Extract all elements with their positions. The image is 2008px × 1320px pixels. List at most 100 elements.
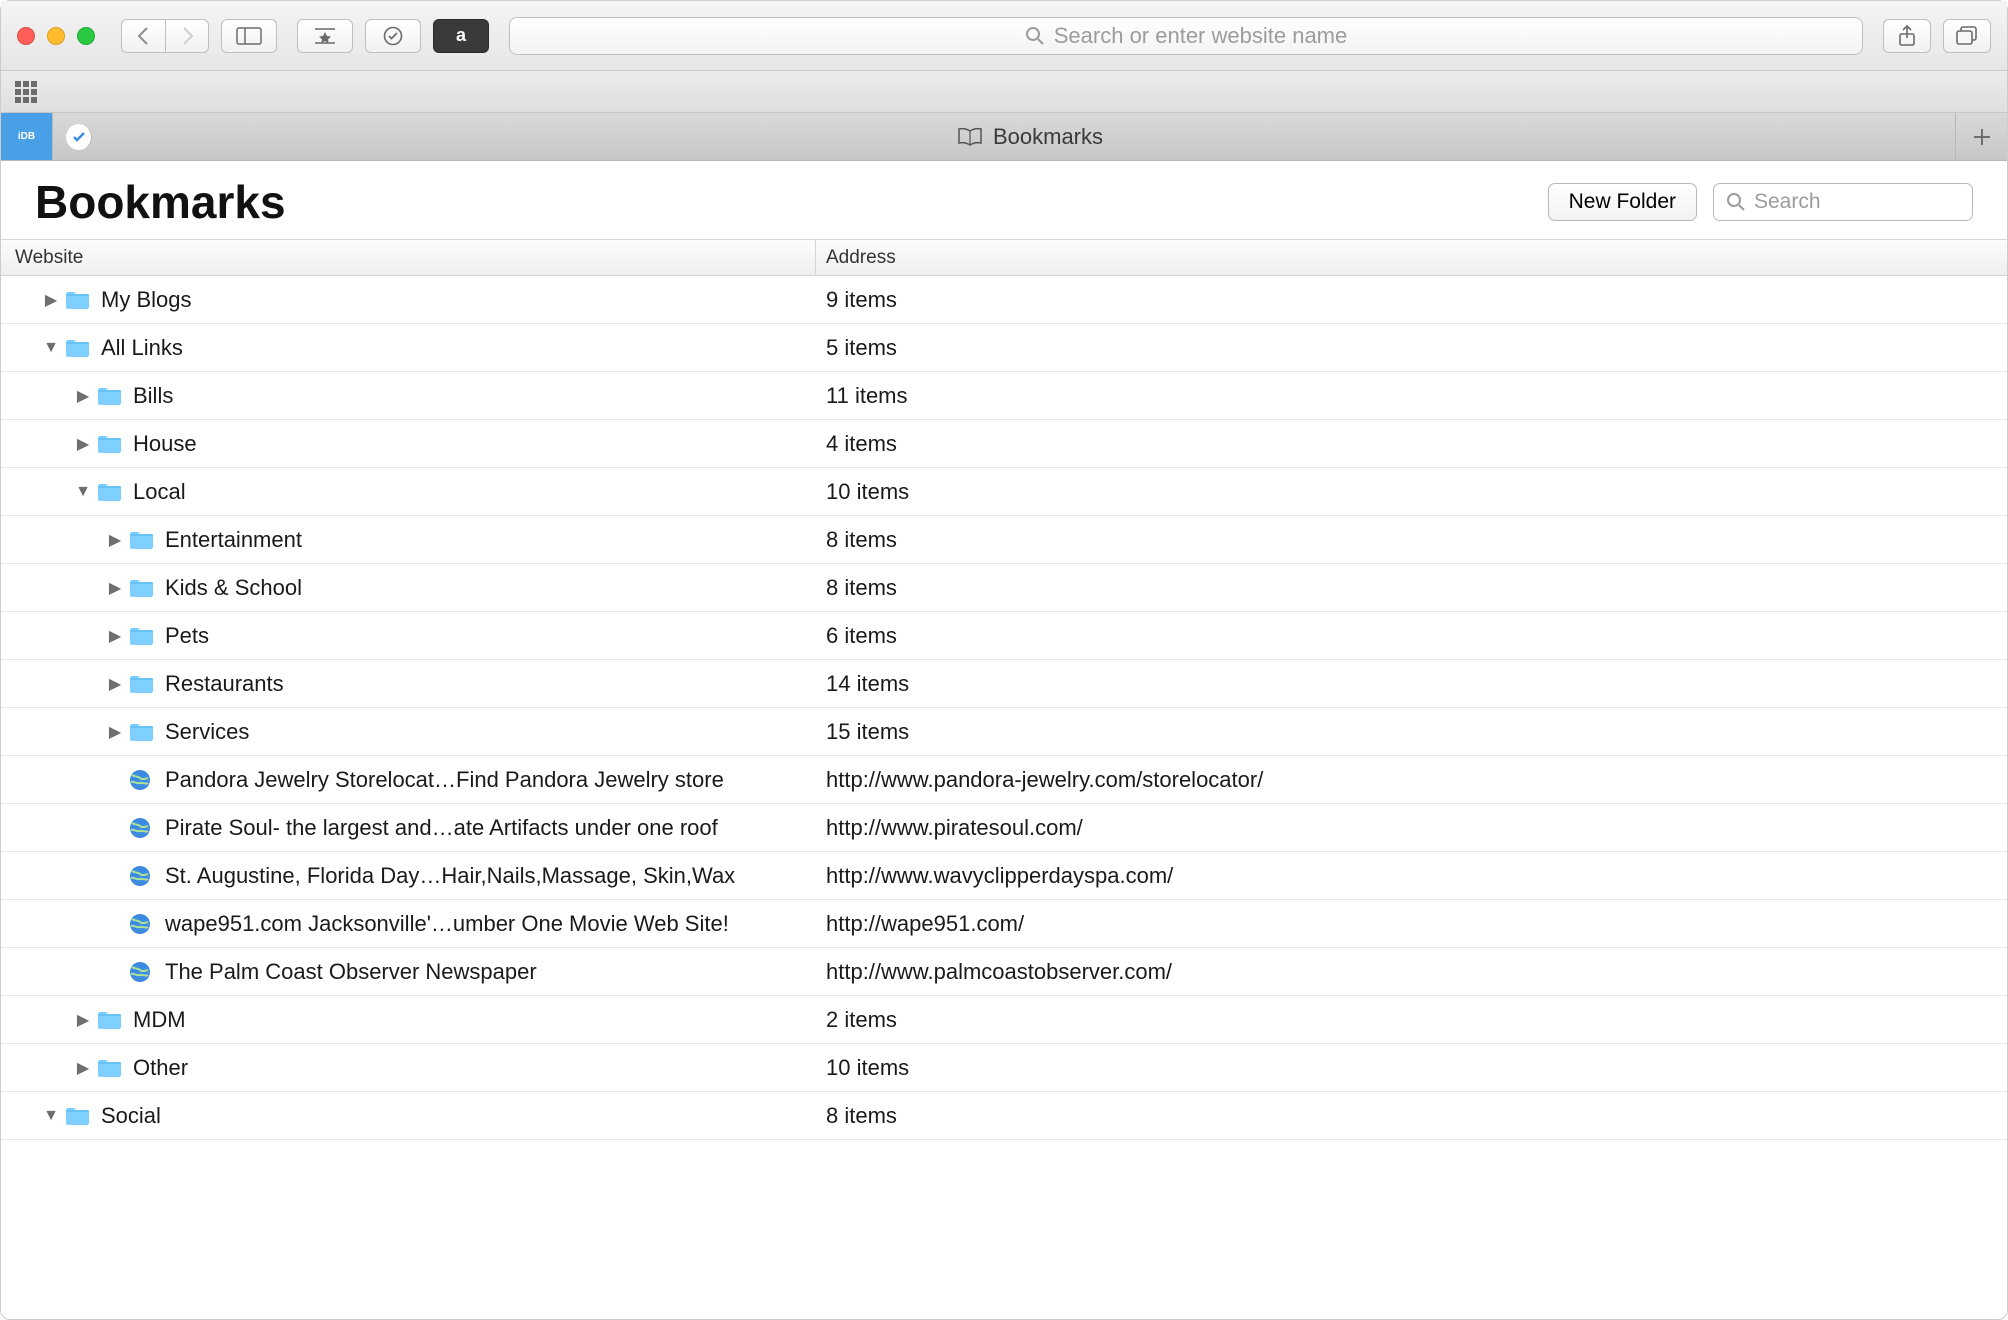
share-button[interactable] [1883,19,1931,53]
folder-icon [129,577,155,599]
folder-row[interactable]: ▶MDM2 items [1,996,2007,1044]
globe-icon [129,817,155,839]
chevron-right-icon [180,27,194,45]
column-header-website[interactable]: Website [1,240,816,275]
folder-icon [97,481,123,503]
new-tab-button[interactable] [1955,113,2007,160]
folder-row[interactable]: ▶ My Blogs 9 items [1,276,2007,324]
folder-icon [65,337,91,359]
folder-name: Entertainment [165,527,302,553]
bookmark-row[interactable]: The Palm Coast Observer Newspaperhttp://… [1,948,2007,996]
minimize-window-button[interactable] [47,27,65,45]
disclosure-triangle-icon[interactable]: ▶ [107,578,123,598]
folder-icon [65,289,91,311]
tabs-overview-button[interactable] [1943,19,1991,53]
fullscreen-window-button[interactable] [77,27,95,45]
forward-button[interactable] [165,19,209,53]
bookmark-title: Pirate Soul- the largest and…ate Artifac… [165,815,718,841]
folder-name: Social [101,1103,161,1129]
back-button[interactable] [121,19,165,53]
folder-count: 15 items [816,719,2007,745]
column-header-row: Website Address [1,239,2007,276]
disclosure-triangle-icon[interactable]: ▼ [43,339,59,357]
globe-icon [129,913,155,935]
folder-name: Restaurants [165,671,284,697]
bookmarks-search[interactable]: Search [1713,183,1973,221]
folder-icon [97,385,123,407]
folder-row[interactable]: ▶Bills11 items [1,372,2007,420]
folder-count: 5 items [816,335,2007,361]
favorites-button[interactable] [297,19,353,53]
folder-row[interactable]: ▼ All Links 5 items [1,324,2007,372]
bookmarks-tree: ▶ My Blogs 9 items ▼ All Links 5 items ▶Bills1… [1,276,2007,1140]
folder-count: 14 items [816,671,2007,697]
disclosure-triangle-icon[interactable]: ▶ [107,674,123,694]
disclosure-triangle-icon[interactable]: ▶ [75,434,91,454]
disclosure-triangle-icon[interactable]: ▶ [107,722,123,742]
folder-count: 8 items [816,527,2007,553]
folder-row[interactable]: ▶ Entertainment 8 items [1,516,2007,564]
globe-icon [129,769,155,791]
pinned-tab-idb[interactable]: iDB [1,113,53,160]
folder-icon [97,1057,123,1079]
folder-row[interactable]: ▶Services15 items [1,708,2007,756]
book-open-icon [957,127,983,147]
extension-button-2[interactable]: a [433,19,489,53]
folder-count: 9 items [816,287,2007,313]
bookmark-title: Pandora Jewelry Storelocat…Find Pandora … [165,767,724,793]
url-bar[interactable]: Search or enter website name [509,17,1863,55]
disclosure-triangle-icon[interactable]: ▶ [75,1010,91,1030]
apps-grid-icon[interactable] [15,81,37,103]
disclosure-triangle-icon[interactable]: ▶ [43,290,59,310]
folder-row[interactable]: ▶Kids & School8 items [1,564,2007,612]
bookmark-row[interactable]: Pirate Soul- the largest and…ate Artifac… [1,804,2007,852]
extension-button-1[interactable] [365,19,421,53]
search-icon [1025,26,1045,46]
disclosure-triangle-icon[interactable]: ▶ [107,530,123,550]
folder-name: MDM [133,1007,186,1033]
sidebar-toggle-button[interactable] [221,19,277,53]
column-header-address[interactable]: Address [816,240,2007,275]
active-tab-label: Bookmarks [993,124,1103,150]
new-folder-button[interactable]: New Folder [1548,183,1697,221]
url-placeholder: Search or enter website name [1054,23,1348,49]
search-icon [1726,192,1746,212]
folder-row[interactable]: ▶ Restaurants 14 items [1,660,2007,708]
page-header: Bookmarks New Folder Search [1,161,2007,239]
folder-name: House [133,431,197,457]
share-icon [1898,25,1916,47]
folder-count: 11 items [816,383,2007,409]
folder-row[interactable]: ▼Local10 items [1,468,2007,516]
disclosure-triangle-icon[interactable]: ▶ [107,626,123,646]
bookmark-title: The Palm Coast Observer Newspaper [165,959,537,985]
bookmark-url: http://wape951.com/ [816,911,2007,937]
folder-count: 6 items [816,623,2007,649]
tabs-icon [1956,26,1978,46]
folder-name: Other [133,1055,188,1081]
chevron-left-icon [137,27,151,45]
close-window-button[interactable] [17,27,35,45]
folder-name: Kids & School [165,575,302,601]
pinned-tab-2[interactable] [66,124,92,150]
disclosure-triangle-icon[interactable]: ▶ [75,386,91,406]
folder-icon [129,529,155,551]
window-toolbar: a Search or enter website name [1,1,2007,71]
folder-row[interactable]: ▶ Pets 6 items [1,612,2007,660]
bookmark-title: St. Augustine, Florida Day…Hair,Nails,Ma… [165,863,735,889]
folder-icon [97,433,123,455]
bookmark-row[interactable]: Pandora Jewelry Storelocat…Find Pandora … [1,756,2007,804]
folder-name: All Links [101,335,183,361]
folder-row[interactable]: ▼Social8 items [1,1092,2007,1140]
folder-row[interactable]: ▶House4 items [1,420,2007,468]
disclosure-triangle-icon[interactable]: ▶ [75,1058,91,1078]
bookmark-row[interactable]: St. Augustine, Florida Day…Hair,Nails,Ma… [1,852,2007,900]
folder-name: Pets [165,623,209,649]
bookmark-row[interactable]: wape951.com Jacksonville'…umber One Movi… [1,900,2007,948]
disclosure-triangle-icon[interactable]: ▼ [43,1107,59,1125]
disclosure-triangle-icon[interactable]: ▼ [75,483,91,501]
folder-count: 10 items [816,479,2007,505]
folder-name: My Blogs [101,287,191,313]
active-tab[interactable]: Bookmarks [105,113,1955,160]
folder-row[interactable]: ▶Other10 items [1,1044,2007,1092]
checkmark-circle-icon [383,26,403,46]
